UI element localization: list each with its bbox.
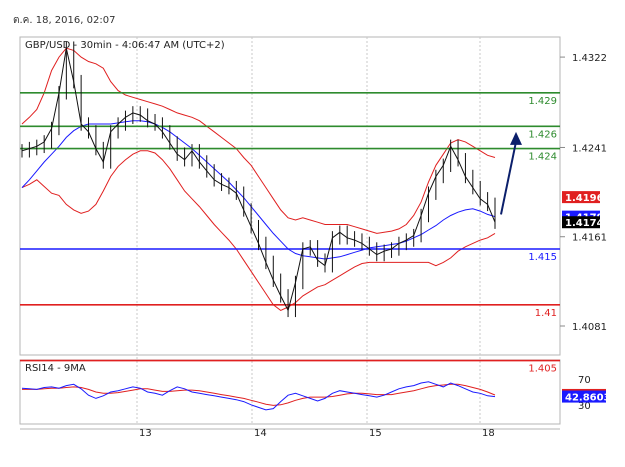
time-tick-label-13: 13	[139, 428, 152, 439]
level-label-4: 1.41	[535, 308, 557, 319]
price-tick-label-3: 1.4081	[572, 322, 607, 333]
price-tag-label-0: 1.41965	[565, 193, 611, 204]
rsi-tick-label-0: 70	[578, 375, 591, 386]
level-label-2: 1.424	[528, 152, 557, 163]
price-tick-label-2: 1.4161	[572, 233, 607, 244]
price-tick-label-0: 1.4322	[572, 53, 607, 64]
rsi-tag-label-1: 42.8603	[565, 393, 611, 404]
level-label-5: 1.405	[528, 364, 557, 375]
time-tick-label-18: 18	[482, 428, 495, 439]
forex-chart: 1.429 1.426 1.424 1.415 1.41 1.405 1.41965 1.4…	[19, 36, 613, 439]
time-tick-label-14: 14	[254, 428, 267, 439]
price-axis-background	[561, 37, 613, 424]
chart-title: GBP/USD - 30min - 4:06:47 AM (UTC+2)	[25, 40, 225, 51]
time-tick-label-15: 15	[369, 428, 382, 439]
price-tag-label-2: 1.4174	[565, 218, 604, 229]
time-axis-ticks: 13 14 15 18	[139, 428, 495, 439]
rsi-label: RSI14 - 9MA	[25, 363, 86, 374]
price-tick-label-1: 1.4241	[572, 143, 607, 154]
level-label-0: 1.429	[528, 96, 557, 107]
level-label-1: 1.426	[528, 129, 557, 140]
rsi-panel	[19, 359, 561, 425]
level-label-3: 1.415	[528, 252, 557, 263]
